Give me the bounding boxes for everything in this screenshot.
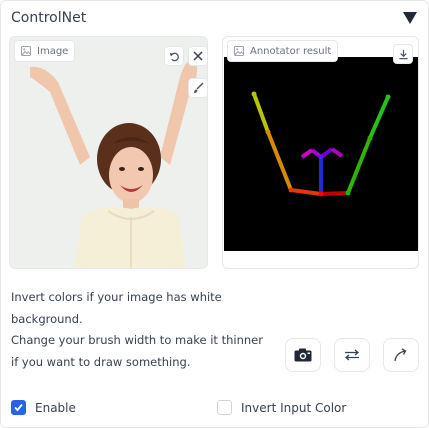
send-icon [394,348,407,362]
clear-image-button[interactable] [188,46,207,66]
enable-label: Enable [35,400,76,415]
annotator-label: Annotator result [250,45,332,57]
undo-button[interactable] [164,46,184,66]
annotator-result-panel: Annotator result [222,36,419,269]
close-icon [193,51,203,61]
swap-icon [344,349,360,361]
invert-input-color-checkbox[interactable] [217,400,232,415]
image-icon [21,46,31,56]
controlnet-panel: ControlNet Image Annotator result Invert… [0,0,429,428]
undo-icon [169,52,179,61]
annotator-label-chip: Annotator result [227,40,339,62]
enable-checkbox[interactable] [11,400,26,415]
camera-icon [294,348,312,362]
download-button[interactable] [393,44,413,64]
brush-icon [194,82,204,93]
swap-dimensions-button[interactable] [334,338,370,372]
image-label-chip: Image [14,40,76,62]
invert-input-color-option[interactable]: Invert Input Color [217,400,346,415]
download-icon [398,49,408,59]
send-dimensions-button[interactable] [383,338,419,372]
help-text: Invert colors if your image has white ba… [11,287,271,373]
camera-button[interactable] [285,338,321,372]
image-input-panel[interactable]: Image [9,36,208,269]
image-icon [234,46,244,56]
pose-preview [224,57,418,251]
brush-button[interactable] [188,78,207,98]
panel-title: ControlNet [11,10,87,26]
image-label: Image [37,45,69,57]
uploaded-photo [10,37,207,268]
help-line-invert: Invert colors if your image has white ba… [11,290,222,326]
help-line-brush: Change your brush width to make it thinn… [11,333,263,369]
collapse-triangle-icon[interactable] [403,12,417,24]
checkmark-icon [14,403,23,412]
enable-option[interactable]: Enable [11,400,76,415]
invert-input-color-label: Invert Input Color [241,400,347,415]
openpose-skeleton [251,91,391,197]
